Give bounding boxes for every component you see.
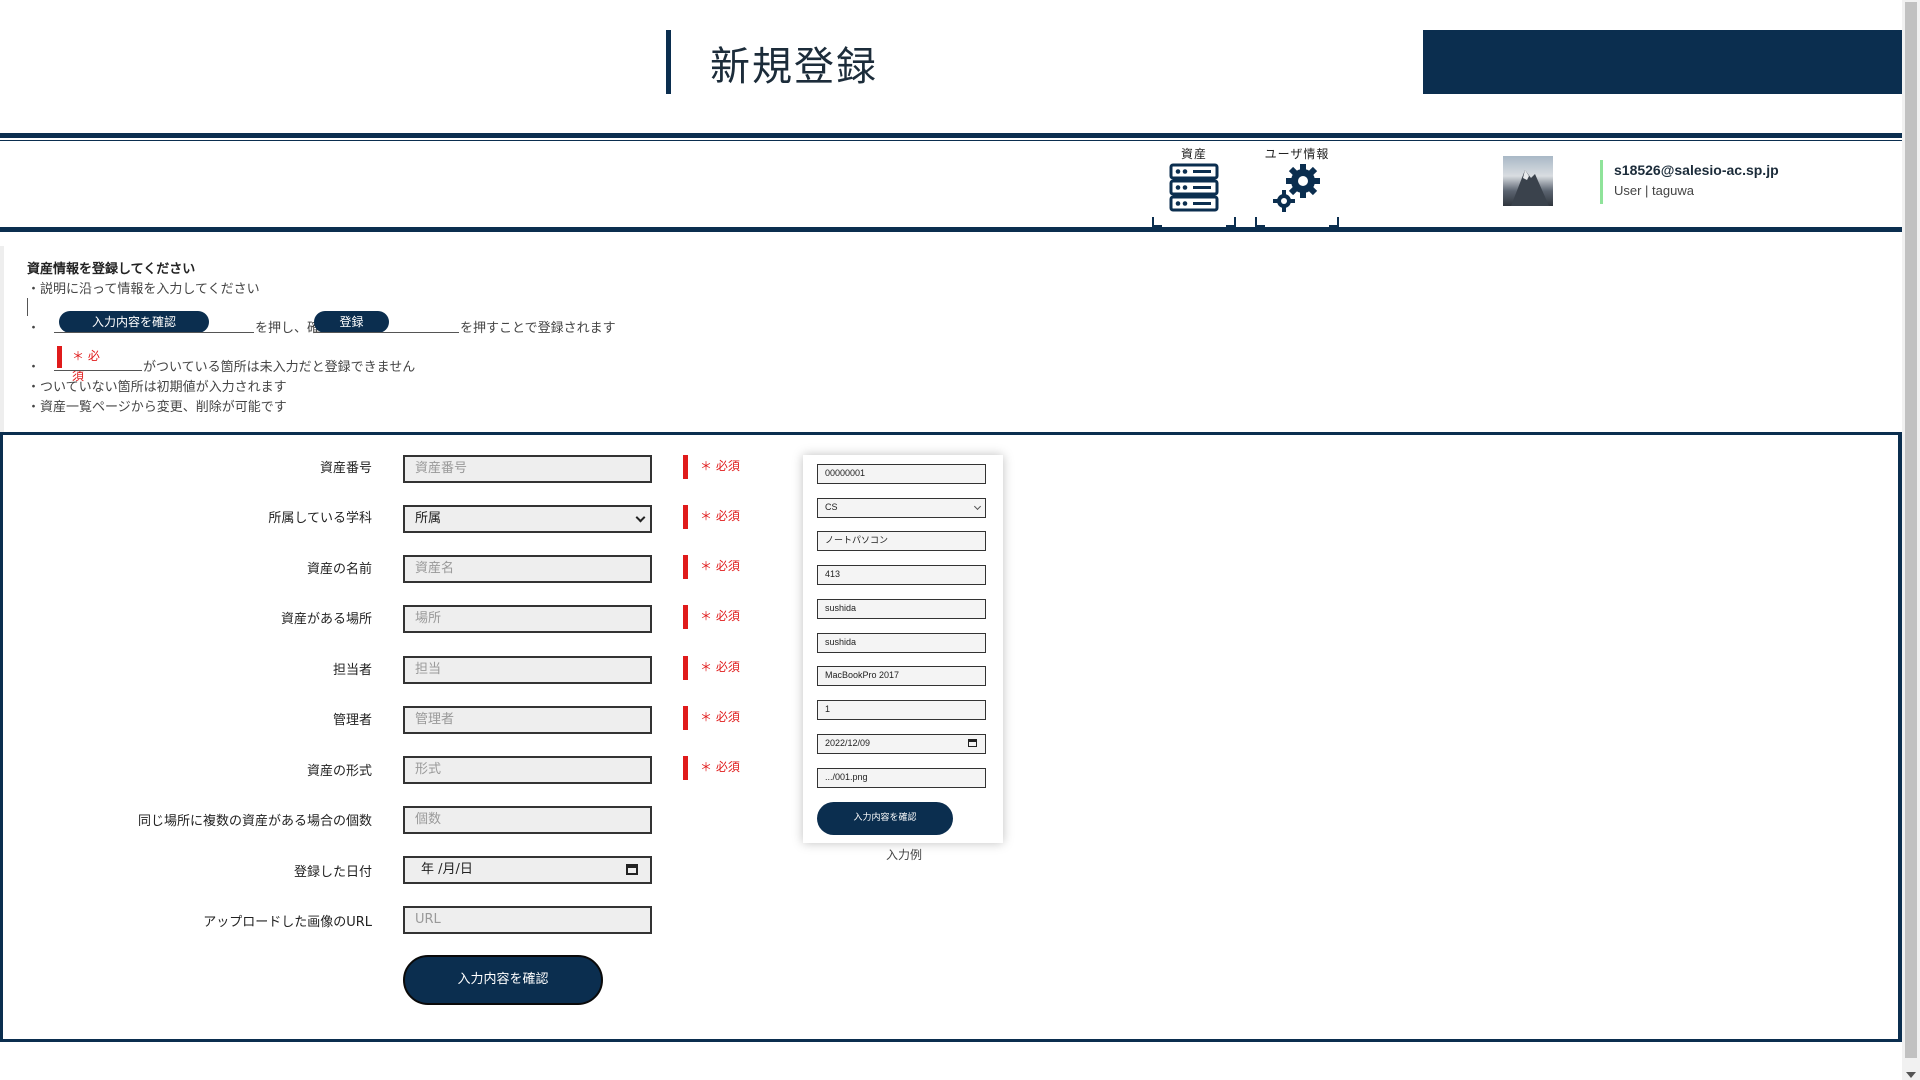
nav-assets-corner-left — [1152, 217, 1162, 227]
instruction-line-2-bullet: ・ — [27, 321, 41, 336]
required-mark-department: ＊ 必須 — [683, 505, 740, 529]
underline-2 — [314, 332, 459, 333]
instruction-line-2-end: を押すことで登録されます — [460, 321, 616, 336]
example-asset-type: MacBookPro 2017 — [817, 666, 986, 686]
example-date-value: 2022/12/09 — [825, 738, 871, 748]
label-manager: 管理者 — [332, 713, 372, 728]
image-url-input[interactable]: URL — [403, 906, 652, 934]
registered-date-value: 年 /月/日 — [421, 862, 473, 877]
registered-date-input[interactable]: 年 /月/日 — [403, 856, 652, 884]
scrollbar[interactable] — [1902, 0, 1920, 1080]
calendar-icon — [968, 739, 977, 747]
chevron-down-icon — [635, 512, 646, 523]
example-confirm-button: 入力内容を確認 — [817, 802, 953, 835]
required-mark-asset-name: ＊ 必須 — [683, 555, 740, 579]
user-email: s18526@salesio-ac.sp.jp — [1614, 162, 1779, 178]
label-asset-name: 資産の名前 — [306, 562, 372, 577]
instruction-line-3-bullet: ・ — [27, 360, 41, 375]
instructions-heading: 資産情報を登録してください — [27, 262, 196, 277]
label-department: 所属している学科 — [268, 511, 372, 526]
user-accent-bar — [1600, 160, 1603, 204]
header-banner — [1423, 30, 1902, 94]
example-confirm-pill: 入力内容を確認 — [59, 311, 209, 333]
label-asset-number: 資産番号 — [319, 461, 372, 476]
example-card: 00000001 CS ノートパソコン 413 sushida sushida … — [803, 455, 1003, 843]
instruction-line-3-end: がついている箇所は未入力だと登録できません — [143, 360, 416, 375]
text-caret — [27, 298, 28, 316]
label-location: 資産がある場所 — [280, 612, 372, 627]
label-image-url: アップロードした画像のURL — [203, 915, 372, 930]
asset-number-input[interactable]: 資産番号 — [403, 455, 652, 483]
required-mark-asset-type: ＊ 必須 — [683, 756, 740, 780]
calendar-icon[interactable] — [626, 864, 638, 875]
example-quantity: 1 — [817, 700, 986, 720]
mountain-image — [1511, 170, 1549, 206]
example-image-url: .../001.png — [817, 768, 986, 788]
nav-divider-bottom — [0, 227, 1902, 232]
page-title: 新規登録 — [710, 44, 878, 90]
example-department: CS — [817, 498, 986, 518]
label-quantity: 同じ場所に複数の資産がある場合の個数 — [137, 814, 372, 829]
nav-divider-top-thin — [0, 140, 1902, 141]
quantity-input[interactable]: 個数 — [403, 806, 652, 834]
label-asset-type: 資産の形式 — [306, 764, 372, 779]
person-in-charge-input[interactable]: 担当 — [403, 656, 652, 684]
scroll-down-icon[interactable] — [1906, 1072, 1916, 1078]
nav-assets-label: 資産 — [1180, 147, 1207, 161]
instruction-line-1: ・説明に沿って情報を入力してください — [27, 282, 260, 297]
nav-user-info[interactable]: ユーザ情報 — [1255, 143, 1339, 227]
avatar[interactable] — [1503, 156, 1553, 206]
instruction-line-2-mid: を押し、確 — [255, 321, 321, 336]
asset-type-input[interactable]: 形式 — [403, 756, 652, 784]
nav-user-info-label: ユーザ情報 — [1264, 147, 1330, 161]
example-person-in-charge: sushida — [817, 599, 986, 619]
user-role: User | taguwa — [1614, 183, 1694, 198]
nav-user-info-corner-right — [1329, 217, 1339, 227]
underline-3 — [54, 370, 142, 371]
underline-1 — [54, 332, 254, 333]
title-accent-bar — [666, 30, 671, 94]
required-mark-asset-number: ＊ 必須 — [683, 455, 740, 479]
label-registered-date: 登録した日付 — [293, 865, 372, 880]
asset-name-input[interactable]: 資産名 — [403, 555, 652, 583]
example-caption: 入力例 — [886, 848, 923, 862]
required-mark-person-in-charge: ＊ 必須 — [683, 656, 740, 680]
instructions-panel: 資産情報を登録してください ・説明に沿って情報を入力してください ・ 入力内容を… — [0, 246, 1902, 432]
location-input[interactable]: 場所 — [403, 605, 652, 633]
gears-icon — [1273, 164, 1320, 212]
example-asset-name: ノートパソコン — [817, 531, 986, 551]
required-mark-location: ＊ 必須 — [683, 605, 740, 629]
example-register-pill: 登録 — [314, 311, 389, 333]
example-required-mark: ＊ 必須 — [57, 346, 109, 383]
example-manager: sushida — [817, 633, 986, 653]
example-date: 2022/12/09 — [817, 734, 986, 754]
example-asset-number: 00000001 — [817, 464, 986, 484]
nav-user-info-corner-left — [1255, 217, 1265, 227]
nav-divider-top — [0, 133, 1902, 138]
confirm-button[interactable]: 入力内容を確認 — [403, 955, 603, 1005]
chevron-down-icon — [973, 502, 982, 511]
instruction-line-4: ・ついていない箇所は初期値が入力されます — [27, 380, 287, 395]
scrollbar-thumb[interactable] — [1905, 2, 1917, 1058]
department-select[interactable]: 所属 — [403, 505, 652, 533]
manager-input[interactable]: 管理者 — [403, 706, 652, 734]
nav-assets[interactable]: 資産 — [1152, 143, 1236, 227]
department-select-value: 所属 — [415, 511, 442, 526]
example-department-value: CS — [825, 502, 838, 512]
server-icon — [1169, 163, 1219, 212]
nav-assets-corner-right — [1226, 217, 1236, 227]
example-location: 413 — [817, 565, 986, 585]
instruction-line-5: ・資産一覧ページから変更、削除が可能です — [27, 400, 287, 415]
required-mark-manager: ＊ 必須 — [683, 706, 740, 730]
label-person-in-charge: 担当者 — [332, 663, 372, 678]
